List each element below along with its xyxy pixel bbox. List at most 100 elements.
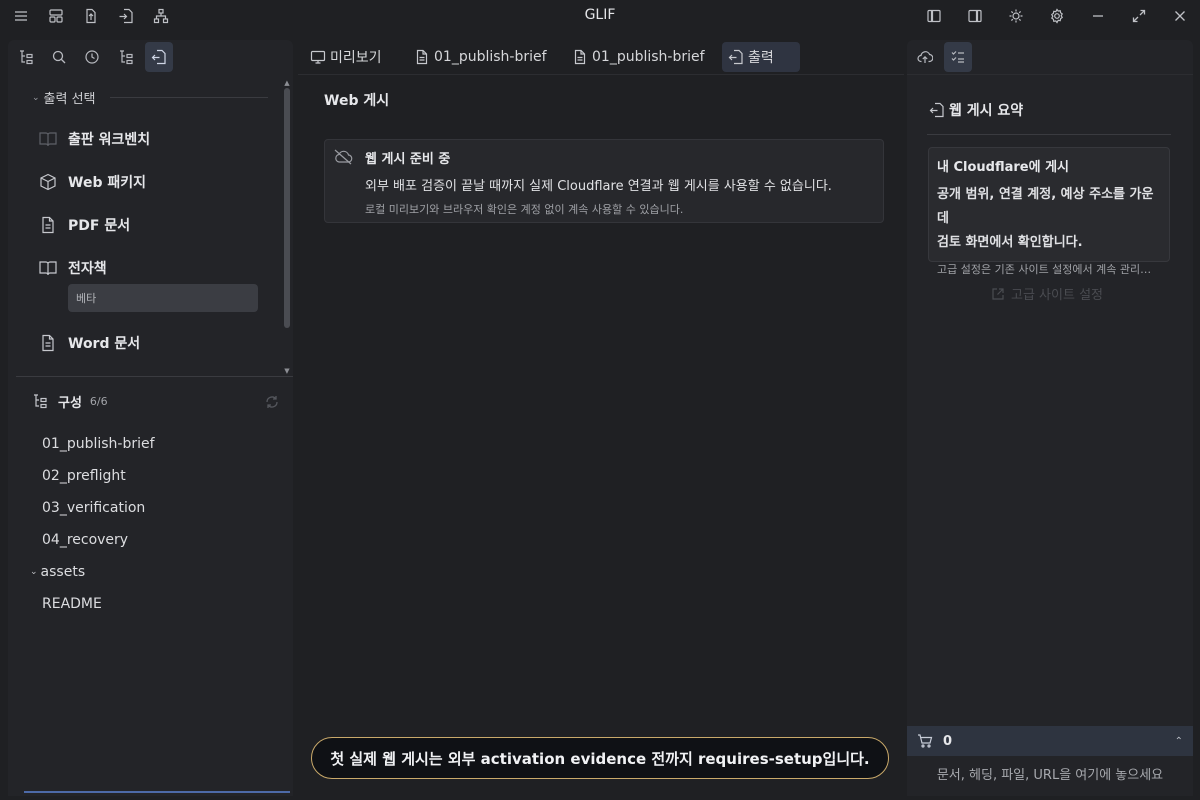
file-icon [572, 49, 588, 65]
scroll-down-arrow[interactable]: ▼ [283, 368, 291, 375]
upload-icon [917, 51, 933, 63]
output-item-label: PDF 문서 [68, 218, 131, 234]
minimize-icon[interactable] [1088, 6, 1108, 26]
external-link-icon [991, 287, 1005, 301]
file-icon [414, 49, 430, 65]
output-tab[interactable] [145, 42, 173, 72]
tree-folder-assets[interactable]: ⌄ assets [30, 564, 85, 580]
cart-count: 0 [943, 733, 953, 749]
book-open-icon [38, 129, 58, 149]
notice-subtext: 로컬 미리보기와 브라우저 확인은 계정 없이 계속 사용할 수 있습니다. [365, 203, 684, 216]
output-item-label: Web 패키지 [68, 175, 146, 191]
tab-preview[interactable]: 미리보기 [304, 42, 388, 72]
monitor-icon [310, 49, 326, 65]
summary-header: 웹 게시 요약 [929, 100, 1023, 120]
output-item-label: 출판 워크벤치 [68, 132, 151, 148]
status-indicator [24, 791, 290, 793]
chevron-down-icon: ⌄ [30, 567, 38, 577]
package-icon [38, 172, 58, 192]
folder-label: assets [40, 564, 86, 580]
output-icon [151, 49, 166, 65]
history-tab[interactable] [78, 42, 106, 72]
advanced-settings-link[interactable]: 고급 사이트 설정 [991, 284, 1103, 303]
output-section-header[interactable]: ⌄ 출력 선택 [32, 88, 268, 107]
maximize-icon[interactable] [1129, 6, 1149, 26]
outline-icon [20, 50, 33, 65]
section-divider [109, 97, 268, 98]
card-body-line: 공개 범위, 연결 계정, 예상 주소를 가운데 [937, 187, 1154, 226]
output-item-label: Word 문서 [68, 336, 141, 352]
output-item-ebook[interactable]: 전자책 [38, 257, 248, 279]
output-icon [728, 49, 744, 65]
tree-item[interactable]: 03_verification [42, 500, 145, 516]
card-body: 공개 범위, 연결 계정, 예상 주소를 가운데 검토 화면에서 확인합니다. [937, 183, 1161, 255]
document-icon [38, 333, 58, 353]
document-icon [38, 215, 58, 235]
cart-icon [917, 733, 933, 749]
tab-bar-divider [907, 74, 1193, 75]
left-scrollbar[interactable] [284, 88, 290, 328]
left-panel: ⌄ 출력 선택 출판 워크벤치 Web 패키지 PDF 문서 전자책 베타 Wo… [8, 40, 293, 796]
tab-label: 출력 [748, 50, 774, 66]
notice-title: 웹 게시 준비 중 [365, 152, 451, 167]
summary-title: 웹 게시 요약 [949, 103, 1024, 119]
output-item-workbench[interactable]: 출판 워크벤치 [38, 128, 248, 150]
cart-bar[interactable]: 0 ⌃ [907, 726, 1193, 756]
card-body-line: 검토 화면에서 확인합니다. [937, 235, 1083, 250]
main-content: 미리보기 01_publish-brief 01_publish-brief 출… [298, 40, 904, 800]
output-section-title: 출력 선택 [43, 92, 96, 107]
tree-tab[interactable] [112, 42, 140, 72]
tab-publish-brief-1[interactable]: 01_publish-brief [408, 42, 553, 72]
ebook-beta-badge: 베타 [68, 284, 258, 312]
summary-divider [927, 134, 1171, 135]
tree-item[interactable]: 02_preflight [42, 468, 126, 484]
composition-count: 6/6 [89, 395, 108, 408]
tree-icon [32, 393, 50, 411]
output-item-word[interactable]: Word 문서 [38, 332, 248, 354]
composition-title: 구성 [58, 396, 82, 411]
output-icon [929, 102, 945, 118]
left-sidebar-icon[interactable] [924, 6, 944, 26]
chevron-down-icon: ⌄ [32, 92, 40, 103]
settings-icon[interactable] [1047, 6, 1067, 26]
right-panel: 웹 게시 요약 내 Cloudflare에 게시 공개 범위, 연결 계정, 예… [907, 40, 1193, 796]
checklist-icon [951, 51, 964, 63]
tab-label: 01_publish-brief [592, 49, 705, 65]
close-icon[interactable] [1170, 6, 1190, 26]
scroll-up-arrow[interactable]: ▲ [283, 80, 291, 87]
outline-tab[interactable] [12, 42, 40, 72]
tab-publish-brief-2[interactable]: 01_publish-brief [566, 42, 711, 72]
tree-item[interactable]: 01_publish-brief [42, 436, 155, 452]
checklist-tab[interactable] [944, 42, 972, 72]
theme-icon[interactable] [1006, 6, 1026, 26]
tab-label: 01_publish-brief [434, 49, 547, 65]
search-tab[interactable] [45, 42, 73, 72]
cloud-off-icon [333, 148, 353, 166]
book-icon [38, 258, 58, 278]
panel-divider [16, 376, 293, 377]
tree-item[interactable]: 04_recovery [42, 532, 128, 548]
tab-bar-divider [298, 74, 904, 75]
publish-notice: 웹 게시 준비 중 외부 배포 검증이 끝날 때까지 실제 Cloudflare… [324, 139, 884, 223]
composition-header: 구성 6/6 [32, 392, 280, 411]
title-bar: GLIF [0, 0, 1200, 32]
output-item-pdf[interactable]: PDF 문서 [38, 214, 248, 236]
notice-body: 외부 배포 검증이 끝날 때까지 실제 Cloudflare 연결과 웹 게시를… [365, 179, 832, 194]
card-title: 내 Cloudflare에 게시 [937, 160, 1070, 175]
upload-tab[interactable] [911, 42, 939, 72]
refresh-icon[interactable] [264, 394, 280, 410]
cloudflare-card[interactable]: 내 Cloudflare에 게시 공개 범위, 연결 계정, 예상 주소를 가운… [928, 147, 1170, 276]
tree-item[interactable]: README [42, 596, 102, 612]
tab-output[interactable]: 출력 [722, 42, 800, 72]
tab-label: 미리보기 [330, 50, 382, 66]
right-sidebar-icon[interactable] [965, 6, 985, 26]
card-note: 고급 설정은 기존 사이트 설정에서 계속 관리합니다. [937, 263, 1161, 276]
search-icon [52, 50, 66, 64]
page-title: Web 게시 [324, 93, 390, 109]
output-item-web-package[interactable]: Web 패키지 [38, 171, 248, 193]
advanced-settings-label: 고급 사이트 설정 [1011, 288, 1103, 303]
toast-message: 첫 실제 웹 게시는 외부 activation evidence 전까지 re… [311, 737, 889, 779]
tree-icon [120, 50, 133, 65]
drop-zone-hint: 문서, 헤딩, 파일, URL을 여기에 놓으세요 [936, 768, 1164, 783]
chevron-up-icon[interactable]: ⌃ [1175, 736, 1183, 747]
